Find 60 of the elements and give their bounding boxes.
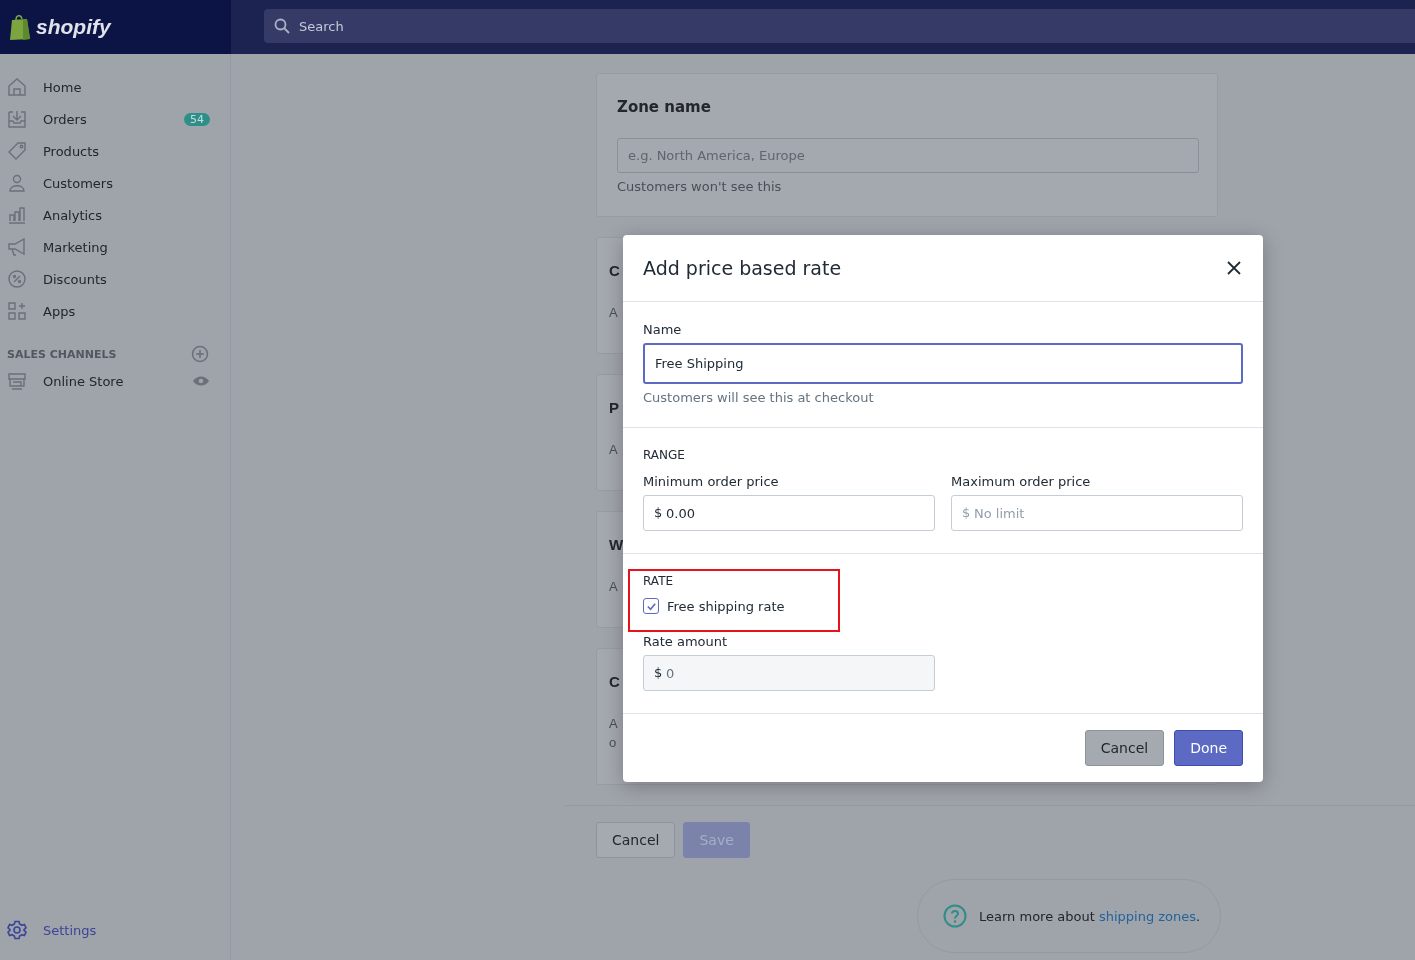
home-icon [7, 77, 27, 97]
store-icon [7, 371, 27, 391]
settings-link[interactable]: Settings [0, 914, 230, 946]
discount-icon [7, 269, 27, 289]
currency-symbol: $ [654, 505, 663, 520]
search-field[interactable]: Search [264, 9, 1415, 43]
nav-item[interactable]: Marketing [0, 231, 230, 263]
card-text: o [609, 735, 617, 750]
person-icon [7, 173, 27, 193]
field-label: Minimum order price [643, 474, 780, 489]
apps-icon [7, 301, 27, 321]
bar-chart-icon [7, 205, 27, 225]
card-title: P [609, 399, 619, 416]
help-icon [943, 904, 967, 928]
megaphone-icon [7, 237, 27, 257]
checkbox-label: Free shipping rate [667, 598, 785, 614]
card-text: A [609, 305, 618, 320]
count-badge: 54 [184, 112, 210, 126]
field-label: Maximum order price [951, 474, 1092, 489]
logo-text[interactable]: shopify [36, 15, 111, 39]
card-text: A [609, 442, 618, 457]
currency-symbol: $ [962, 505, 971, 520]
name-field[interactable]: Free Shipping [643, 343, 1243, 384]
card-text: A [609, 716, 618, 731]
card-title: C [609, 262, 620, 279]
checkbox[interactable] [643, 598, 659, 614]
close-icon [1227, 261, 1241, 275]
nav-item[interactable]: Apps [0, 295, 230, 327]
section-title: SALES CHANNELS [7, 347, 117, 361]
help-text: Customers will see this at checkout [643, 390, 875, 405]
field-label: Name [643, 322, 683, 337]
card-title: Zone name [616, 97, 712, 116]
close-button[interactable] [1225, 259, 1243, 277]
shopping-bag-icon [8, 13, 32, 41]
section-heading: RANGE [643, 448, 686, 462]
nav-item[interactable]: Orders 54 [0, 103, 230, 135]
settings-icon [7, 920, 27, 940]
nav-item[interactable]: Home [0, 71, 230, 103]
field-label: Rate amount [643, 634, 729, 649]
currency-symbol: $ [654, 665, 663, 680]
dialog-title: Add price based rate [643, 257, 842, 279]
zone-name-field[interactable]: e.g. North America, Europe [617, 138, 1199, 173]
cancel-button[interactable]: Cancel [1084, 730, 1165, 766]
card-title: W [609, 536, 624, 553]
done-button[interactable]: Done [1174, 730, 1243, 766]
nav-item[interactable]: Online Store [0, 365, 230, 397]
checkmark-icon [645, 600, 657, 612]
nav-item[interactable]: Analytics [0, 199, 230, 231]
cancel-button[interactable]: Cancel [596, 822, 676, 858]
search-icon [274, 18, 290, 34]
section-heading: RATE [643, 574, 675, 588]
help-text: Customers won't see this [617, 179, 783, 194]
card-title: C [609, 673, 620, 690]
help-text: Learn more about shipping zones. [979, 908, 1201, 924]
card-text: A [609, 579, 618, 594]
nav-item[interactable]: Products [0, 135, 230, 167]
nav-item[interactable]: Customers [0, 167, 230, 199]
nav-item[interactable]: Discounts [0, 263, 230, 295]
tag-icon [7, 141, 27, 161]
inbox-icon [7, 109, 27, 129]
